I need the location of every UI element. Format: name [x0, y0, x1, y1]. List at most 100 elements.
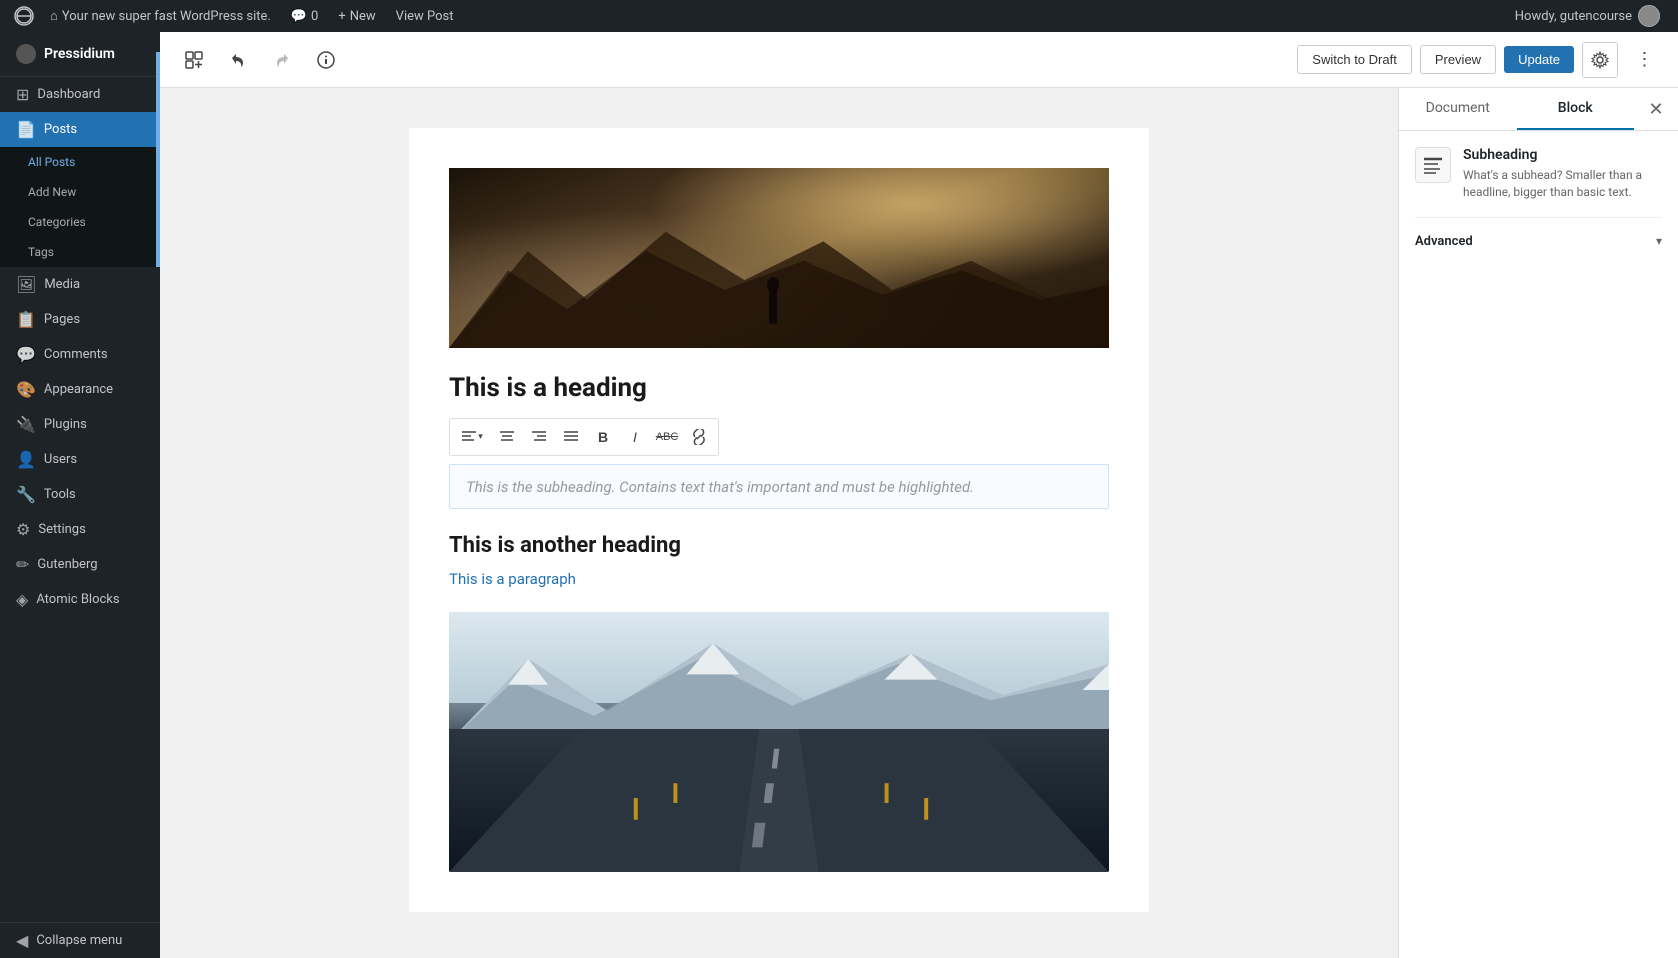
italic-button[interactable]: I: [620, 423, 650, 451]
sidebar-section-posts: 📄 Posts All Posts Add New Categories Tag…: [0, 112, 160, 267]
sidebar-label-posts: Posts: [44, 122, 77, 137]
link-button[interactable]: [684, 423, 714, 451]
sidebar-item-collapse[interactable]: ◀ Collapse menu: [0, 923, 160, 958]
new-content-link[interactable]: + New: [328, 0, 385, 32]
wp-logo[interactable]: [8, 0, 40, 32]
align-center-button[interactable]: [492, 423, 522, 451]
site-name-icon: ⌂: [50, 8, 58, 24]
media-icon: 🖼: [16, 275, 36, 294]
pages-icon: 📋: [16, 310, 36, 329]
sidebar-item-appearance[interactable]: 🎨 Appearance: [0, 372, 160, 407]
sidebar-item-tags[interactable]: Tags: [0, 237, 160, 267]
editor-area: Switch to Draft Preview Update ⋮: [160, 32, 1678, 958]
collapse-icon: ◀: [16, 931, 28, 950]
scroll-track: [1398, 88, 1399, 888]
sidebar-label-pages: Pages: [44, 312, 80, 327]
align-left-button[interactable]: ▾: [454, 423, 490, 451]
sidebar-item-dashboard[interactable]: ⊞ Dashboard: [0, 77, 160, 112]
strikethrough-button[interactable]: ABC: [652, 423, 682, 451]
site-title: Pressidium: [0, 32, 160, 77]
editor-content: This is a heading ▾: [160, 88, 1398, 958]
strikethrough-icon: ABC: [656, 431, 679, 443]
block-tab[interactable]: Block: [1517, 88, 1635, 130]
add-block-button[interactable]: [176, 42, 212, 78]
editor-toolbar: Switch to Draft Preview Update ⋮: [160, 32, 1678, 88]
posts-icon: 📄: [16, 120, 36, 139]
right-panel: Document Block ✕: [1398, 88, 1678, 958]
undo-icon: [229, 51, 247, 69]
subheading-block[interactable]: This is the subheading. Contains text th…: [449, 464, 1109, 509]
site-name-text: Your new super fast WordPress site.: [62, 9, 271, 24]
heading1-text[interactable]: This is a heading: [449, 372, 1109, 406]
sidebar: Pressidium ⊞ Dashboard 📄 Posts All Posts…: [0, 32, 160, 958]
gear-icon: [1591, 51, 1609, 69]
align-full-button[interactable]: [556, 423, 586, 451]
link-icon: [691, 429, 707, 445]
sidebar-item-categories[interactable]: Categories: [0, 207, 160, 237]
sidebar-item-all-posts[interactable]: All Posts: [0, 147, 160, 177]
collapse-menu-section: ◀ Collapse menu: [0, 922, 160, 958]
block-description: What's a subhead? Smaller than a headlin…: [1463, 167, 1662, 201]
atomic-blocks-icon: ◈: [16, 590, 28, 609]
road-image-block[interactable]: [449, 612, 1109, 872]
redo-button[interactable]: [264, 42, 300, 78]
sidebar-item-plugins[interactable]: 🔌 Plugins: [0, 407, 160, 442]
align-center-icon: [499, 429, 515, 445]
sidebar-item-tools[interactable]: 🔧 Tools: [0, 477, 160, 512]
sidebar-item-gutenberg[interactable]: ✏ Gutenberg: [0, 547, 160, 582]
switch-to-draft-button[interactable]: Switch to Draft: [1297, 45, 1412, 74]
bold-icon: B: [598, 429, 608, 445]
paragraph-text[interactable]: This is a paragraph: [449, 570, 1109, 588]
posts-submenu: All Posts Add New Categories Tags: [0, 147, 160, 267]
view-post-link[interactable]: View Post: [386, 0, 464, 32]
heading2-text[interactable]: This is another heading: [449, 533, 1109, 558]
sidebar-item-settings[interactable]: ⚙ Settings: [0, 512, 160, 547]
comment-icon: 💬: [291, 9, 307, 24]
sidebar-label-atomic-blocks: Atomic Blocks: [36, 592, 119, 607]
advanced-section-header[interactable]: Advanced ▾: [1415, 230, 1662, 253]
sidebar-item-pages[interactable]: 📋 Pages: [0, 302, 160, 337]
update-button[interactable]: Update: [1504, 46, 1574, 73]
advanced-section-title: Advanced: [1415, 234, 1473, 249]
hero-image-block[interactable]: [449, 168, 1109, 348]
comments-link[interactable]: 💬 0: [281, 0, 329, 32]
advanced-chevron-icon: ▾: [1656, 234, 1662, 248]
block-name: Subheading: [1463, 147, 1662, 163]
block-info-text: Subheading What's a subhead? Smaller tha…: [1463, 147, 1662, 201]
sidebar-label-collapse: Collapse menu: [36, 933, 122, 948]
info-icon: [317, 51, 335, 69]
site-icon: [16, 44, 36, 64]
settings-button[interactable]: [1582, 42, 1618, 78]
sidebar-item-media[interactable]: 🖼 Media: [0, 267, 160, 302]
toolbar-right: Switch to Draft Preview Update ⋮: [1297, 42, 1662, 78]
redo-icon: [273, 51, 291, 69]
sidebar-item-posts[interactable]: 📄 Posts: [0, 112, 160, 147]
preview-button[interactable]: Preview: [1420, 45, 1496, 74]
comment-count: 0: [311, 9, 318, 24]
panel-close-button[interactable]: ✕: [1638, 91, 1674, 127]
view-post-label: View Post: [396, 9, 454, 24]
sidebar-label-users: Users: [44, 452, 77, 467]
document-tab[interactable]: Document: [1399, 88, 1517, 130]
advanced-section: Advanced ▾: [1415, 217, 1662, 265]
sidebar-label-tools: Tools: [44, 487, 76, 502]
categories-label: Categories: [28, 215, 86, 229]
sidebar-label-plugins: Plugins: [44, 417, 87, 432]
site-title-text: Pressidium: [44, 46, 115, 62]
adminbar-right: Howdy, gutencourse: [1505, 5, 1670, 27]
sidebar-item-add-new[interactable]: Add New: [0, 177, 160, 207]
sidebar-item-users[interactable]: 👤 Users: [0, 442, 160, 477]
formatting-toolbar: ▾: [449, 418, 719, 456]
more-options-button[interactable]: ⋮: [1626, 42, 1662, 78]
admin-bar: ⌂ Your new super fast WordPress site. 💬 …: [0, 0, 1678, 32]
sidebar-item-atomic-blocks[interactable]: ◈ Atomic Blocks: [0, 582, 160, 617]
sidebar-item-comments[interactable]: 💬 Comments: [0, 337, 160, 372]
info-button[interactable]: [308, 42, 344, 78]
undo-button[interactable]: [220, 42, 256, 78]
bold-button[interactable]: B: [588, 423, 618, 451]
all-posts-label: All Posts: [28, 155, 75, 169]
align-right-button[interactable]: [524, 423, 554, 451]
howdy-text: Howdy, gutencourse: [1515, 9, 1632, 24]
site-name-link[interactable]: ⌂ Your new super fast WordPress site.: [40, 0, 281, 32]
tags-label: Tags: [28, 245, 54, 259]
